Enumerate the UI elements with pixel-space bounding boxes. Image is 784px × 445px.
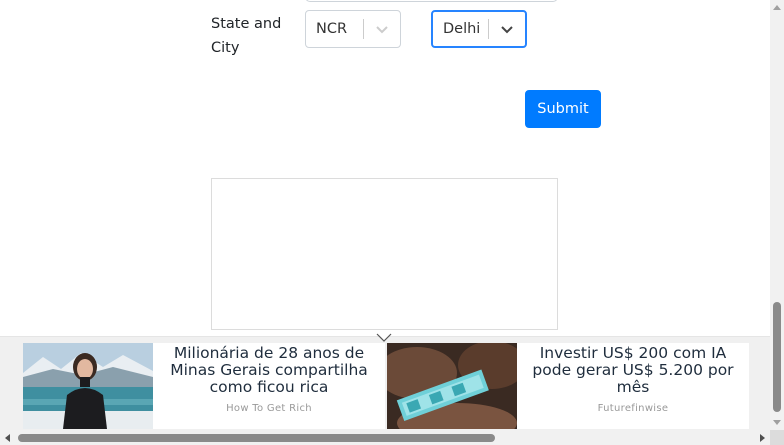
state-and-city-label: State and City (211, 16, 282, 56)
horizontal-scroll-thumb[interactable] (18, 434, 495, 442)
ad-image-woman-lake (23, 343, 153, 429)
ad-image-money-hands (387, 343, 517, 429)
state-select-value: NCR (316, 21, 348, 37)
scroll-up-arrow-icon[interactable] (770, 0, 784, 14)
sticky-ad-bar: Milionária de 28 anos de Minas Gerais co… (0, 333, 770, 431)
collapse-chevron-icon[interactable] (376, 328, 392, 342)
ad-source: How To Get Rich (226, 403, 312, 414)
scroll-left-arrow-icon[interactable] (0, 430, 14, 445)
ad-headline[interactable]: Milionária de 28 anos de Minas Gerais co… (157, 345, 381, 396)
submit-button[interactable]: Submit (525, 90, 601, 128)
state-select[interactable]: NCR (305, 10, 401, 48)
chevron-down-icon[interactable] (364, 11, 400, 47)
city-select-value: Delhi (443, 21, 481, 37)
vertical-scrollbar[interactable] (770, 0, 784, 430)
previous-input-edge (305, 0, 558, 2)
scrollbar-corner (770, 430, 784, 445)
scroll-down-arrow-icon[interactable] (770, 416, 784, 430)
chevron-down-icon[interactable] (489, 12, 525, 46)
ad-card[interactable]: Investir US$ 200 com IA pode gerar US$ 5… (387, 343, 749, 429)
ad-headline[interactable]: Investir US$ 200 com IA pode gerar US$ 5… (521, 345, 745, 396)
city-select[interactable]: Delhi (431, 10, 527, 48)
vertical-scroll-thumb[interactable] (773, 302, 781, 412)
ad-placeholder (211, 178, 558, 330)
horizontal-scrollbar[interactable] (0, 430, 770, 445)
ad-card[interactable]: Milionária de 28 anos de Minas Gerais co… (23, 343, 385, 429)
scroll-right-arrow-icon[interactable] (756, 430, 770, 445)
ad-source: Futurefinwise (597, 403, 669, 414)
